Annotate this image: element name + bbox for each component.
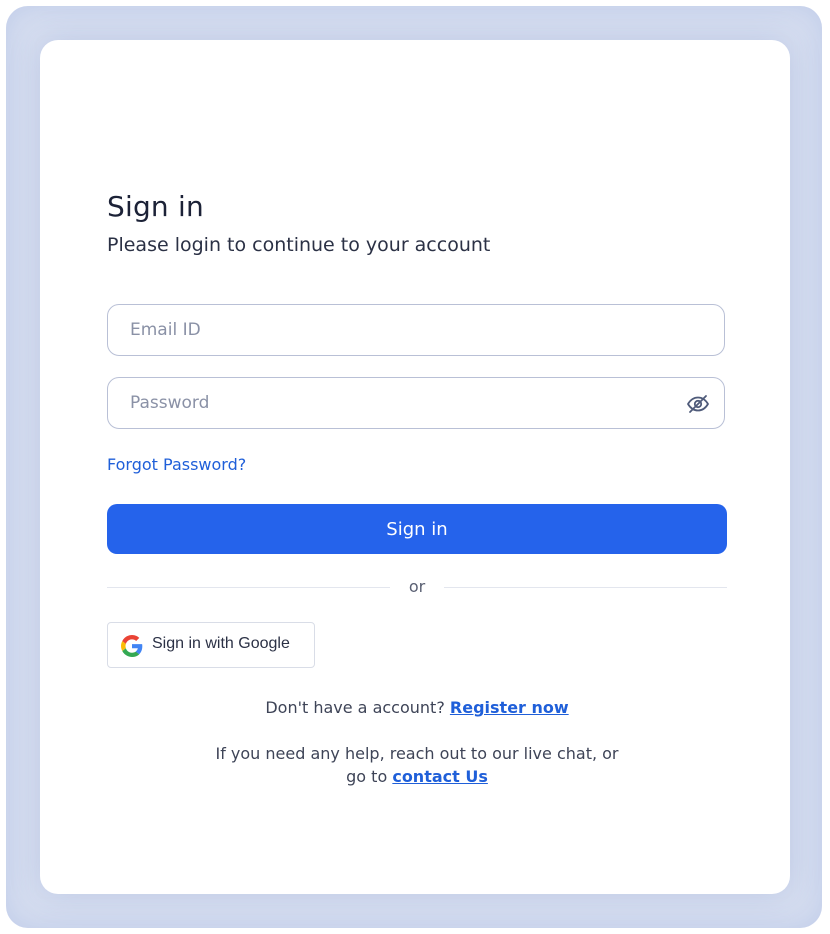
eye-off-icon [687,395,709,413]
page-title: Sign in [107,190,204,223]
register-now-link[interactable]: Register now [450,698,569,717]
contact-us-link[interactable]: contact Us [392,767,488,786]
page-subtitle: Please login to continue to your account [107,234,491,256]
sign-in-button[interactable]: Sign in [107,504,727,554]
email-input[interactable] [130,305,670,355]
divider-line-right [444,587,727,588]
password-input[interactable] [130,378,670,428]
forgot-password-link[interactable]: Forgot Password? [107,455,246,474]
password-field-container [107,377,725,429]
google-sign-in-label: Sign in with Google [152,635,290,652]
help-text-line: If you need any help, reach out to our l… [215,744,619,763]
google-sign-in-button[interactable]: Sign in with Google [107,622,315,668]
divider-line-left [107,587,390,588]
register-prompt-text: Don't have a account? [265,698,445,717]
signin-card: Sign in Please login to continue to your… [40,40,790,894]
register-prompt: Don't have a account? Register now [107,698,727,717]
divider-label: or [408,577,426,596]
google-logo-icon [121,635,143,657]
help-contact-line: go to contact Us [107,767,727,786]
email-field-container [107,304,725,356]
toggle-password-visibility-button[interactable] [686,392,710,416]
help-contact-prefix: go to [346,767,388,786]
